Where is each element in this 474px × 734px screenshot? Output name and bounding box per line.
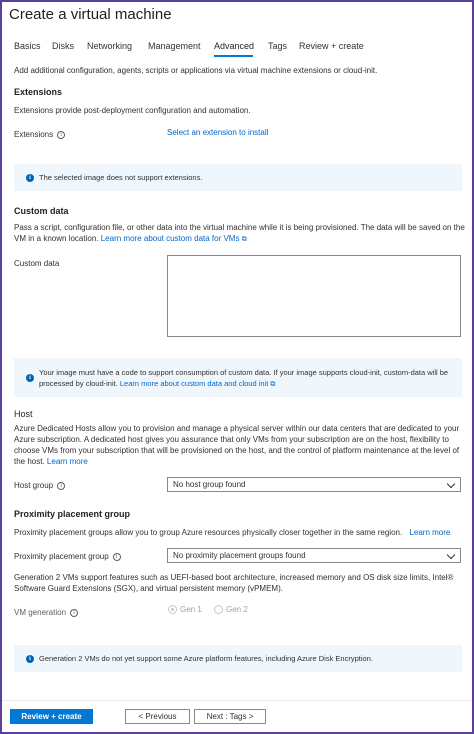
info-icon[interactable]: i — [57, 481, 66, 490]
proximity-learn-more-link[interactable]: Learn more — [409, 528, 450, 537]
info-icon: i — [26, 654, 34, 663]
custom-data-textarea[interactable] — [167, 255, 461, 337]
host-learn-more-link[interactable]: Learn more — [47, 457, 88, 466]
host-group-label-row: Host group i — [14, 480, 66, 491]
custom-data-learn-more-label: Learn more about custom data for VMs — [100, 234, 240, 243]
external-link-icon: ⧉ — [241, 236, 247, 243]
tab-basics[interactable]: Basics — [14, 41, 41, 51]
tab-networking[interactable]: Networking — [87, 41, 132, 51]
info-icon[interactable]: i — [70, 608, 79, 617]
tab-management[interactable]: Management — [148, 41, 201, 51]
radio-gen1-label: Gen 1 — [180, 605, 202, 615]
info-icon: i — [26, 373, 34, 382]
proximity-heading: Proximity placement group — [14, 509, 131, 519]
custom-data-label: Custom data — [14, 259, 60, 268]
generation-description: Generation 2 VMs support features such a… — [14, 573, 454, 593]
generation-info-message: Generation 2 VMs do not yet support some… — [39, 654, 373, 663]
select-extension-link[interactable]: Select an extension to install — [167, 127, 268, 138]
intro-text: Add additional configuration, agents, sc… — [14, 66, 378, 75]
custom-data-info-message: Your image must have a code to support c… — [39, 367, 454, 390]
radio-gen2-label: Gen 2 — [226, 605, 248, 615]
extensions-heading: Extensions — [14, 87, 63, 97]
tab-advanced[interactable]: Advanced — [214, 41, 254, 51]
review-create-button[interactable]: Review + create — [10, 709, 93, 724]
chevron-down-icon — [446, 479, 456, 489]
custom-data-description: Pass a script, configuration file, or ot… — [14, 222, 466, 245]
host-heading: Host — [14, 409, 33, 419]
proximity-group-select[interactable]: No proximity placement groups found — [167, 548, 461, 563]
cloud-init-link-label: Learn more about custom data and cloud i… — [119, 379, 269, 388]
tab-review-create[interactable]: Review + create — [299, 41, 364, 51]
extensions-label-row: Extensions i — [14, 129, 66, 140]
vm-generation-label-row: VM generation i — [14, 607, 79, 618]
host-description: Azure Dedicated Hosts allow you to provi… — [14, 423, 464, 467]
proximity-label: Proximity placement group — [14, 552, 109, 561]
custom-data-info-box: i Your image must have a code to support… — [14, 358, 462, 397]
radio-gen1-indicator[interactable] — [168, 605, 177, 615]
proximity-description: Proximity placement groups allow you to … — [14, 527, 466, 538]
host-group-select[interactable]: No host group found — [167, 477, 461, 492]
extensions-label: Extensions — [14, 130, 54, 139]
custom-data-learn-more-link[interactable]: Learn more about custom data for VMs ⧉ — [101, 234, 247, 243]
page-title: Create a virtual machine — [9, 6, 172, 23]
radio-gen1[interactable]: Gen 1 — [168, 605, 202, 615]
extensions-info-box: i The selected image does not support ex… — [14, 164, 462, 191]
radio-gen2-indicator[interactable] — [214, 605, 223, 615]
chevron-down-icon — [446, 550, 456, 560]
proximity-description-text: Proximity placement groups allow you to … — [14, 528, 403, 537]
previous-button[interactable]: < Previous — [125, 709, 190, 724]
custom-data-cloud-init-link[interactable]: Learn more about custom data and cloud i… — [120, 379, 276, 388]
custom-data-heading: Custom data — [14, 206, 69, 216]
radio-gen2[interactable]: Gen 2 — [214, 605, 248, 615]
host-group-label: Host group — [14, 481, 54, 490]
info-icon[interactable]: i — [112, 552, 121, 561]
tab-tags[interactable]: Tags — [268, 41, 287, 51]
info-icon: i — [26, 173, 34, 182]
proximity-label-row: Proximity placement group i — [14, 551, 121, 562]
active-tab-indicator — [214, 55, 253, 57]
next-tags-button[interactable]: Next : Tags > — [194, 709, 266, 724]
tab-disks[interactable]: Disks — [52, 41, 74, 51]
proximity-selected-value: No proximity placement groups found — [173, 551, 306, 560]
generation-info-box: i Generation 2 VMs do not yet support so… — [14, 645, 462, 672]
external-link-icon: ⧉ — [270, 381, 276, 388]
footer-divider — [2, 700, 472, 701]
info-icon[interactable]: i — [57, 130, 66, 139]
extensions-description: Extensions provide post-deployment confi… — [14, 106, 251, 115]
vm-generation-label: VM generation — [14, 608, 67, 617]
extensions-info-message: The selected image does not support exte… — [39, 173, 203, 182]
host-group-selected-value: No host group found — [173, 480, 246, 489]
